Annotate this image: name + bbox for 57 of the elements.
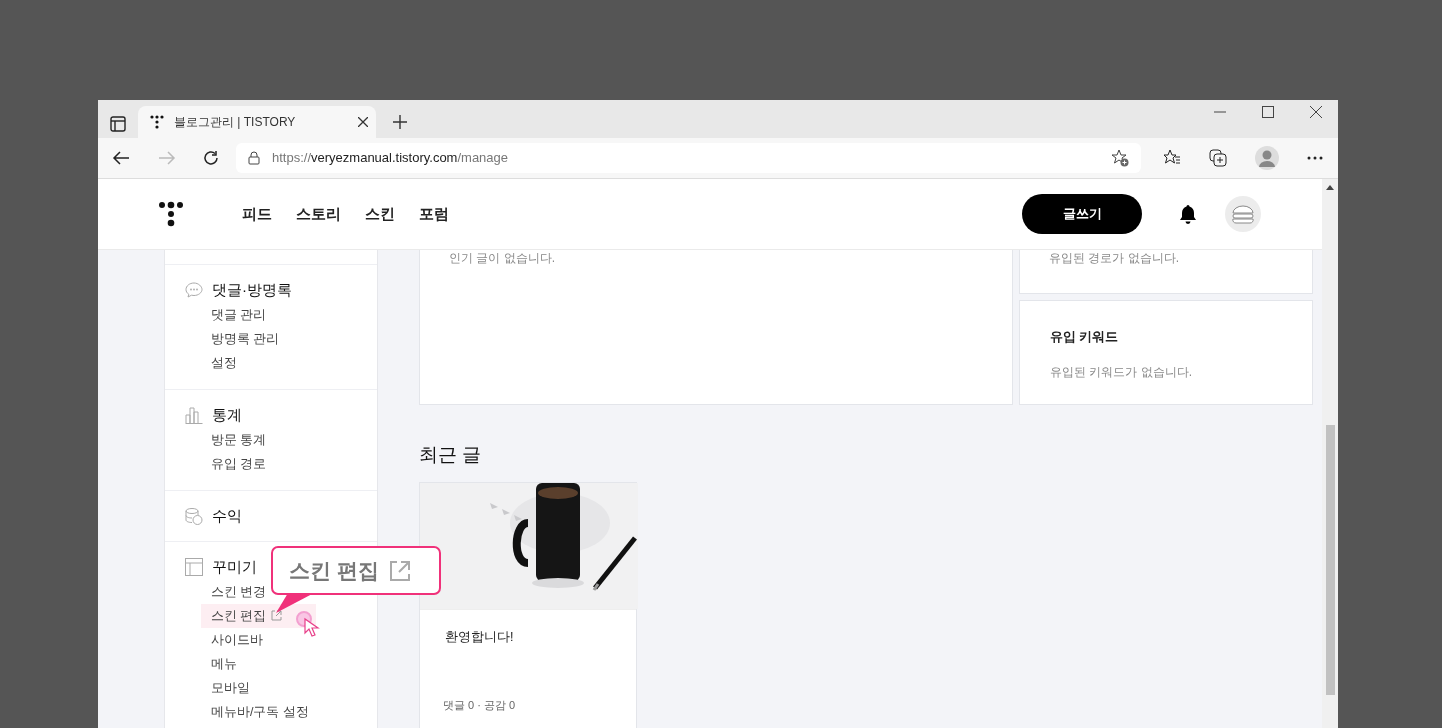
section-title[interactable]: 꾸미기	[212, 556, 257, 578]
sidebar-item[interactable]: 유입 경로	[185, 452, 267, 476]
post-stats: 댓글 0 · 공감 0	[442, 697, 517, 713]
layout-icon	[185, 558, 203, 576]
url-text: https://veryezmanual.tistory.com/manage	[272, 149, 509, 168]
sidebar-item[interactable]: 메뉴바/구독 설정	[185, 700, 309, 724]
refresh-icon[interactable]	[202, 149, 220, 167]
collections-icon[interactable]	[1209, 149, 1227, 167]
sidebar-item[interactable]: 댓글 관리	[185, 303, 267, 327]
comment-icon	[185, 281, 203, 299]
scroll-up-icon[interactable]	[1326, 185, 1334, 190]
section-title[interactable]: 댓글·방명록	[212, 279, 292, 301]
card-title: 유입 키워드	[1050, 329, 1120, 346]
back-icon[interactable]	[112, 150, 130, 166]
bar-chart-icon	[185, 406, 203, 424]
avatar-icon[interactable]	[1225, 196, 1261, 232]
sidebar-item[interactable]: 메뉴	[185, 652, 237, 676]
scrollbar-thumb[interactable]	[1325, 425, 1335, 695]
sidebar-item[interactable]: 사이드바	[185, 628, 263, 652]
tab-close-icon[interactable]	[358, 117, 368, 127]
section-heading: 최근 글	[419, 443, 483, 467]
empty-message: 유입된 경로가 없습니다.	[1049, 250, 1180, 267]
nav-link[interactable]: 포럼	[419, 202, 449, 226]
external-link-icon	[388, 559, 411, 582]
section-title[interactable]: 수익	[212, 505, 242, 527]
close-icon[interactable]	[1310, 106, 1322, 118]
tab-actions-icon[interactable]	[110, 116, 126, 132]
sidebar-item[interactable]: 설정	[185, 351, 237, 375]
bell-icon[interactable]	[1179, 204, 1197, 224]
sidebar-item[interactable]: 방문 통계	[185, 428, 267, 452]
tab-favicon-icon	[150, 115, 164, 129]
empty-message: 유입된 키워드가 없습니다.	[1050, 363, 1193, 381]
sidebar-item[interactable]: 스킨 변경	[185, 580, 267, 604]
nav-link[interactable]: 피드	[242, 202, 272, 226]
nav-link[interactable]: 스토리	[296, 202, 341, 226]
tab-title: 블로그관리 | TISTORY	[174, 114, 297, 131]
coins-icon	[185, 507, 203, 525]
add-favorite-icon[interactable]	[1111, 149, 1129, 167]
sidebar-item[interactable]: 방명록 관리	[185, 327, 280, 351]
post-title[interactable]: 환영합니다!	[420, 608, 636, 697]
favorites-icon[interactable]	[1163, 149, 1181, 167]
sidebar-item[interactable]: 모바일	[185, 676, 250, 700]
new-tab-icon[interactable]	[392, 114, 408, 130]
empty-message: 인기 글이 없습니다.	[449, 250, 556, 267]
maximize-icon[interactable]	[1262, 106, 1274, 118]
lock-icon	[248, 151, 260, 165]
write-button[interactable]: 글쓰기	[1022, 194, 1142, 234]
callout-text: 스킨 편집	[289, 557, 379, 584]
section-title[interactable]: 통계	[212, 404, 242, 426]
nav-link[interactable]: 스킨	[365, 202, 395, 226]
profile-icon[interactable]	[1255, 146, 1279, 170]
browser-tab[interactable]: 블로그관리 | TISTORY	[138, 106, 376, 138]
scrollbar[interactable]	[1322, 179, 1338, 728]
post-card[interactable]: 환영합니다! 댓글 0 · 공감 0	[419, 481, 637, 728]
address-bar[interactable]: https://veryezmanual.tistory.com/manage	[236, 143, 1141, 173]
logo-icon[interactable]	[158, 201, 184, 227]
more-icon[interactable]	[1307, 156, 1323, 160]
